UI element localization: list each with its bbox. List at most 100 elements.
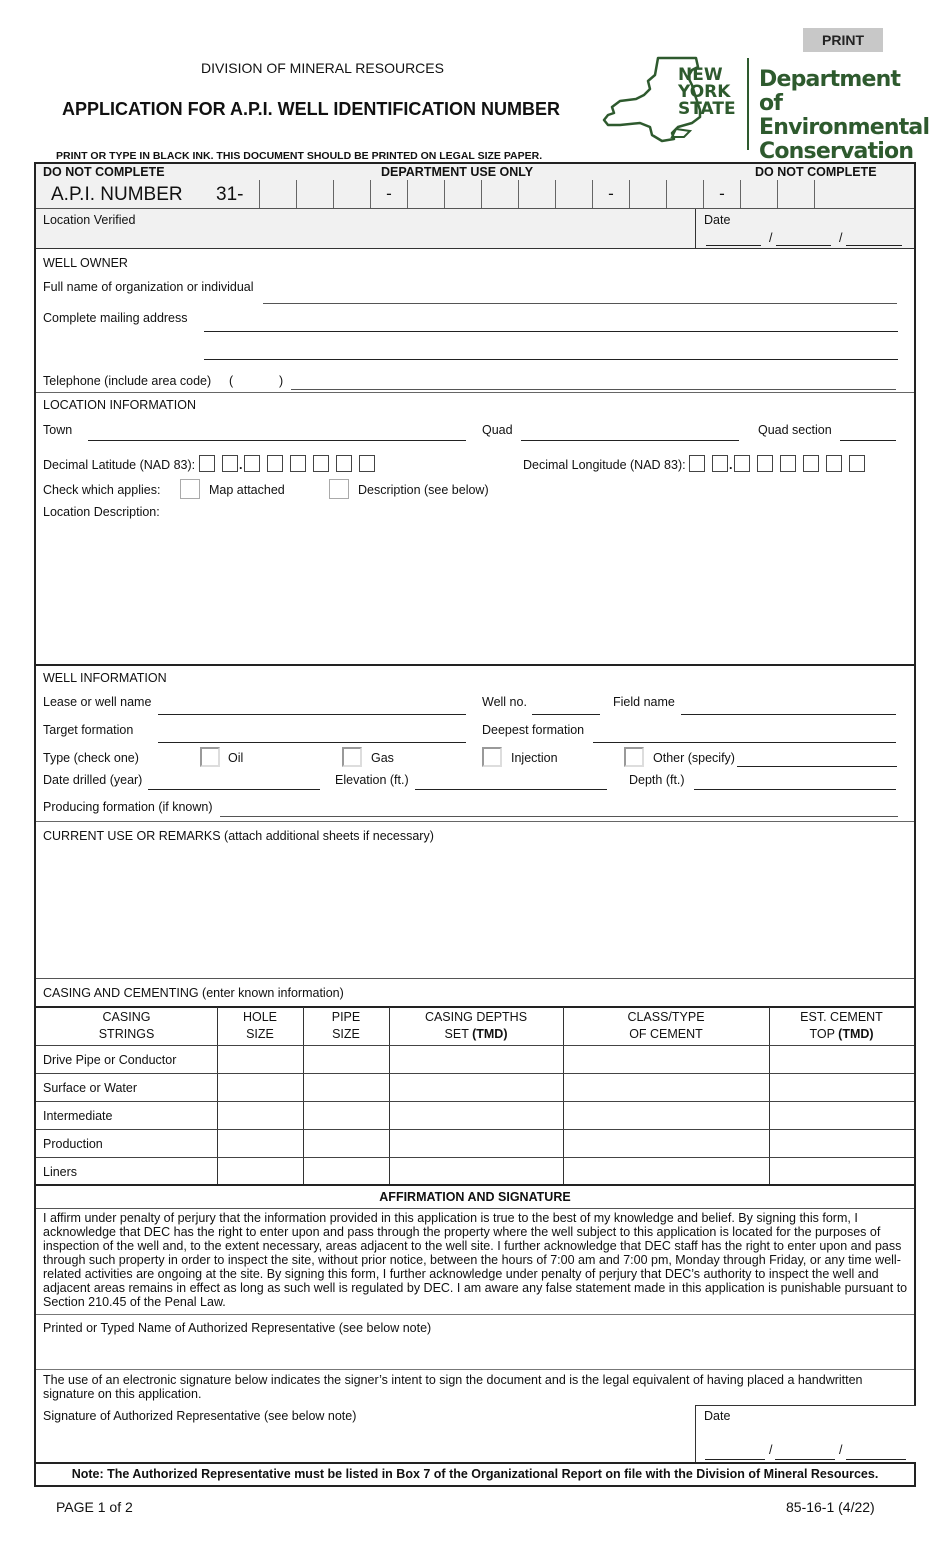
api-digit-cell (630, 183, 666, 205)
lease-name-label: Lease or well name (43, 695, 152, 709)
printed-name-input[interactable] (42, 1340, 906, 1366)
casing-table-cell[interactable] (306, 1105, 390, 1127)
casing-table-cell[interactable] (566, 1049, 770, 1071)
casing-table-cell[interactable] (220, 1077, 304, 1099)
casing-table-cell[interactable] (772, 1105, 915, 1127)
table-header-cell: HOLE SIZE (217, 1009, 303, 1043)
well-owner-heading: WELL OWNER (43, 256, 128, 270)
latitude-digit-box[interactable] (222, 455, 238, 472)
longitude-digit-box[interactable] (689, 455, 705, 472)
well-no-input[interactable] (532, 697, 600, 715)
casing-table-cell[interactable] (392, 1049, 564, 1071)
latitude-digit-box[interactable] (359, 455, 375, 472)
target-formation-input[interactable] (158, 725, 466, 743)
gas-checkbox[interactable] (342, 747, 362, 767)
casing-table-cell[interactable] (772, 1049, 915, 1071)
latitude-digit-box[interactable] (290, 455, 306, 472)
logo-state-line3: STATE (678, 99, 736, 119)
date-drilled-input[interactable] (148, 773, 320, 790)
longitude-digit-box[interactable] (734, 455, 750, 472)
casing-table-cell[interactable] (220, 1133, 304, 1155)
header-line2-text: TOP (809, 1027, 839, 1041)
casing-table-cell[interactable] (220, 1105, 304, 1127)
latitude-digit-box[interactable] (199, 455, 215, 472)
quad-section-label: Quad section (758, 423, 832, 437)
casing-table-cell[interactable] (566, 1133, 770, 1155)
signature-date-month[interactable] (705, 1443, 765, 1460)
logo-dept-line2: Environmental (759, 115, 930, 140)
latitude-digit-box[interactable] (313, 455, 329, 472)
casing-table-cell[interactable] (306, 1049, 390, 1071)
latitude-digit-box[interactable] (244, 455, 260, 472)
address-line1-input[interactable] (204, 313, 898, 332)
header-line2-text: SIZE (246, 1027, 274, 1041)
depth-input[interactable] (694, 773, 896, 790)
latitude-digit-box[interactable] (336, 455, 352, 472)
casing-string-label: Surface or Water (43, 1081, 138, 1095)
casing-table-cell[interactable] (306, 1161, 390, 1183)
other-specify-input[interactable] (737, 750, 897, 767)
table-header-cell: EST. CEMENT TOP (TMD) (769, 1009, 914, 1043)
full-name-input[interactable] (263, 285, 897, 304)
api-digit-cell (445, 183, 481, 205)
oil-checkbox[interactable] (200, 747, 220, 767)
signature-date-year[interactable] (846, 1443, 906, 1460)
check-applies-label: Check which applies: (43, 483, 161, 497)
quad-section-input[interactable] (840, 423, 896, 441)
other-checkbox[interactable] (624, 747, 644, 767)
casing-table-cell[interactable] (566, 1161, 770, 1183)
casing-table-cell[interactable] (566, 1077, 770, 1099)
field-name-input[interactable] (681, 697, 896, 715)
paren-open: ( (229, 374, 234, 388)
casing-table-cell[interactable] (306, 1133, 390, 1155)
other-label: Other (specify) (653, 751, 735, 765)
deepest-formation-input[interactable] (593, 725, 896, 743)
signature-date-day[interactable] (775, 1443, 835, 1460)
description-checkbox[interactable] (329, 479, 349, 499)
town-input[interactable] (88, 423, 466, 441)
lease-name-input[interactable] (158, 697, 466, 715)
longitude-digit-box[interactable] (849, 455, 865, 472)
longitude-digit-box[interactable] (780, 455, 796, 472)
injection-checkbox[interactable] (482, 747, 502, 767)
location-description-textarea[interactable] (42, 522, 912, 662)
longitude-digit-box[interactable] (712, 455, 728, 472)
authorized-rep-note: Note: The Authorized Representative must… (71, 1467, 879, 1481)
casing-table-cell[interactable] (772, 1133, 915, 1155)
api-digit-cell (519, 183, 555, 205)
longitude-digit-box[interactable] (826, 455, 842, 472)
telephone-input[interactable] (291, 372, 896, 390)
latitude-digit-box[interactable] (267, 455, 283, 472)
address-line2-input[interactable] (204, 341, 898, 360)
casing-table-cell[interactable] (772, 1161, 915, 1183)
casing-table-cell[interactable] (566, 1105, 770, 1127)
casing-table-cell[interactable] (220, 1161, 304, 1183)
remarks-textarea[interactable] (42, 848, 912, 976)
api-prefix: 31- (216, 184, 244, 205)
form-id: 85-16-1 (4/22) (786, 1499, 875, 1515)
do-not-complete-right: DO NOT COMPLETE (755, 165, 877, 179)
elevation-input[interactable] (415, 773, 607, 790)
casing-table-cell[interactable] (306, 1077, 390, 1099)
casing-table-cell[interactable] (392, 1077, 564, 1099)
casing-table-cell[interactable] (772, 1077, 915, 1099)
casing-table-cell[interactable] (392, 1133, 564, 1155)
casing-table-cell[interactable] (392, 1161, 564, 1183)
print-button[interactable]: PRINT (803, 28, 883, 52)
casing-table-cell[interactable] (220, 1049, 304, 1071)
electronic-signature-notice: The use of an electronic signature below… (43, 1373, 863, 1401)
producing-formation-input[interactable] (220, 800, 898, 817)
casing-table-cell[interactable] (392, 1105, 564, 1127)
section-divider (36, 664, 914, 666)
header-line2-text: OF CEMENT (629, 1027, 703, 1041)
longitude-digit-box[interactable] (757, 455, 773, 472)
section-divider (36, 392, 914, 393)
longitude-digit-box[interactable] (803, 455, 819, 472)
signature-input[interactable] (42, 1428, 691, 1458)
quad-input[interactable] (521, 423, 739, 441)
remarks-label: CURRENT USE OR REMARKS (attach additiona… (43, 829, 434, 843)
area-code-input[interactable] (238, 373, 282, 389)
decimal-point: . (239, 458, 243, 472)
divider (36, 1314, 914, 1315)
map-attached-checkbox[interactable] (180, 479, 200, 499)
